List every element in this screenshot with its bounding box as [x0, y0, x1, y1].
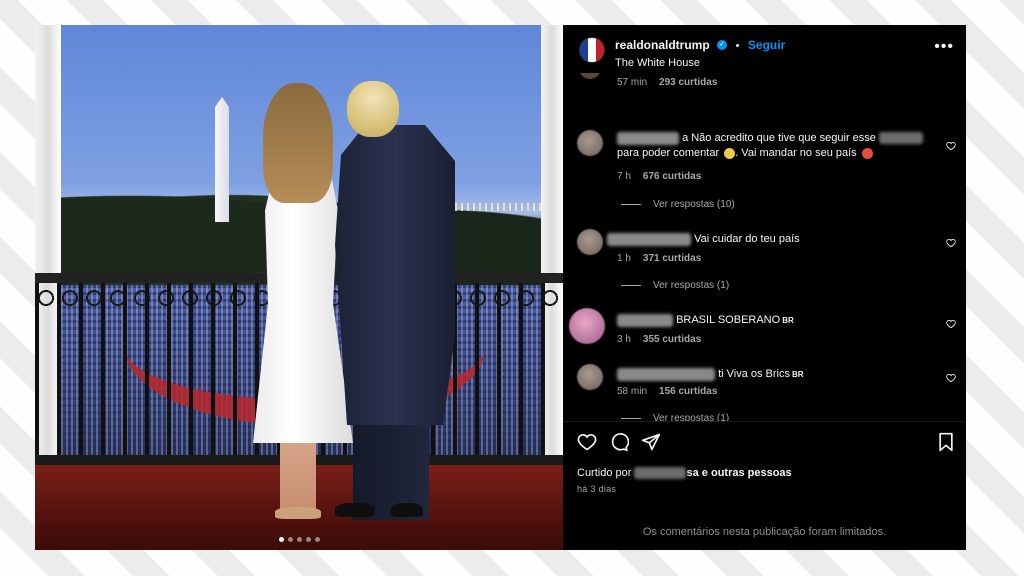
view-replies-label: Ver respostas (1)	[653, 413, 730, 421]
comment-time: 58 min	[617, 386, 648, 397]
comment-like-heart-icon[interactable]	[946, 319, 956, 329]
heart-icon[interactable]	[577, 432, 597, 452]
photo-man-shoe-left	[335, 503, 375, 517]
comment-time: 1 h	[617, 253, 631, 264]
comment-body: a Não acredito que tive que seguir esse …	[617, 131, 937, 161]
action-bar	[563, 421, 966, 462]
photo-woman-hair	[263, 83, 333, 203]
photo-woman-leg	[280, 435, 316, 515]
avatar[interactable]	[579, 37, 605, 63]
liked-by-suffix[interactable]: e outras pessoas	[702, 467, 792, 479]
username-link[interactable]: realdonaldtrump	[615, 38, 710, 52]
comment-meta: 7 h 676 curtidas	[617, 171, 701, 182]
liked-by-prefix: Curtido por	[577, 467, 632, 479]
follow-button[interactable]: Seguir	[748, 38, 785, 52]
angry-emoji-icon	[861, 147, 873, 159]
comment-avatar[interactable]	[577, 229, 603, 255]
comment-avatar[interactable]	[569, 308, 605, 344]
photo-man-head	[347, 81, 399, 137]
post-time[interactable]: há 3 dias	[577, 484, 616, 494]
post-side-panel: realdonaldtrump ✓ • Seguir The White Hou…	[563, 25, 966, 550]
blurred-liker-name[interactable]	[634, 467, 687, 480]
blurred-username[interactable]	[617, 367, 715, 381]
comment-likes[interactable]: 676 curtidas	[643, 171, 701, 182]
comment-likes[interactable]: 371 curtidas	[643, 253, 701, 264]
replies-line	[621, 204, 641, 205]
carousel-dot[interactable]	[287, 537, 293, 542]
comments-limited-note: Os comentários nesta publicação foram li…	[642, 526, 887, 538]
comment-like-heart-icon[interactable]	[946, 238, 956, 248]
photo-monument	[215, 97, 229, 222]
header-separator: •	[735, 40, 740, 52]
comment-text-part2: para poder comentar	[617, 147, 720, 159]
comment-meta: 58 min 156 curtidas	[617, 386, 717, 397]
location-link[interactable]: The White House	[615, 57, 785, 69]
partial-comment-meta: 57 min 293 curtidas	[617, 77, 717, 88]
comment-text-part1: a Não acredito que tive que seguir esse	[682, 132, 876, 144]
comment-avatar[interactable]	[577, 130, 603, 156]
carousel-dot[interactable]	[314, 537, 320, 542]
carousel-dots	[35, 537, 563, 542]
carousel-dot[interactable]	[296, 537, 302, 542]
unamused-emoji-icon	[724, 147, 736, 159]
comment-text: ti Viva os Brics	[718, 368, 790, 380]
replies-line	[621, 418, 641, 419]
comment-text: Vai cuidar do teu país	[694, 233, 800, 245]
comment-time: 7 h	[617, 171, 631, 182]
replies-line	[621, 285, 641, 286]
photo-man-shoe-right	[391, 503, 423, 517]
post-photo[interactable]	[35, 25, 563, 550]
blurred-username[interactable]	[617, 131, 679, 145]
more-options-icon[interactable]: •••	[934, 39, 954, 55]
post-header: realdonaldtrump ✓ • Seguir The White Hou…	[563, 25, 966, 73]
comment-time: 57 min	[617, 77, 648, 88]
blurred-mention	[878, 132, 923, 145]
blurred-username[interactable]	[617, 313, 673, 327]
view-replies-button[interactable]: Ver respostas (10)	[621, 199, 735, 210]
comment-body: BRASIL SOBERANO BR	[617, 313, 937, 328]
comment-likes[interactable]: 355 curtidas	[643, 334, 701, 345]
view-replies-label: Ver respostas (10)	[653, 199, 735, 210]
comment-time: 3 h	[617, 334, 631, 345]
carousel-dot[interactable]	[305, 537, 311, 542]
bookmark-icon[interactable]	[936, 432, 956, 452]
instagram-post-modal: realdonaldtrump ✓ • Seguir The White Hou…	[35, 25, 966, 550]
comment-text: BRASIL SOBERANO	[676, 314, 781, 326]
view-replies-button[interactable]: Ver respostas (1)	[621, 413, 729, 421]
country-tag: BR	[792, 370, 804, 379]
comments-list[interactable]: 57 min 293 curtidas a Não acredito que t…	[563, 73, 966, 421]
user-block: realdonaldtrump ✓ • Seguir The White Hou…	[615, 36, 785, 69]
verified-badge-icon: ✓	[717, 39, 728, 50]
liked-by-partial-name[interactable]: sa	[686, 467, 698, 479]
comment-like-heart-icon[interactable]	[946, 141, 956, 151]
view-replies-label: Ver respostas (1)	[653, 280, 730, 291]
comment-like-heart-icon[interactable]	[946, 373, 956, 383]
photo-man-suit	[335, 125, 455, 425]
comment-text-part3: . Vai mandar no seu país	[735, 147, 857, 159]
carousel-dot[interactable]	[278, 537, 284, 542]
comment-avatar[interactable]	[577, 364, 603, 390]
comment-icon[interactable]	[609, 432, 629, 452]
comment-likes[interactable]: 293 curtidas	[659, 77, 717, 88]
share-icon[interactable]	[641, 432, 661, 452]
country-tag: BR	[782, 316, 794, 325]
comment-likes[interactable]: 156 curtidas	[659, 386, 717, 397]
comment-body: Vai cuidar do teu país	[607, 232, 927, 247]
liked-by-text: Curtido por sa e outras pessoas	[577, 467, 792, 480]
photo-city-lights	[455, 203, 545, 211]
comment-body: ti Viva os Brics BR	[617, 367, 937, 382]
view-replies-button[interactable]: Ver respostas (1)	[621, 280, 729, 291]
comment-meta: 1 h 371 curtidas	[617, 253, 701, 264]
blurred-username[interactable]	[607, 232, 691, 246]
photo-woman-shoe	[275, 507, 321, 519]
partial-avatar	[579, 73, 601, 79]
comment-meta: 3 h 355 curtidas	[617, 334, 701, 345]
